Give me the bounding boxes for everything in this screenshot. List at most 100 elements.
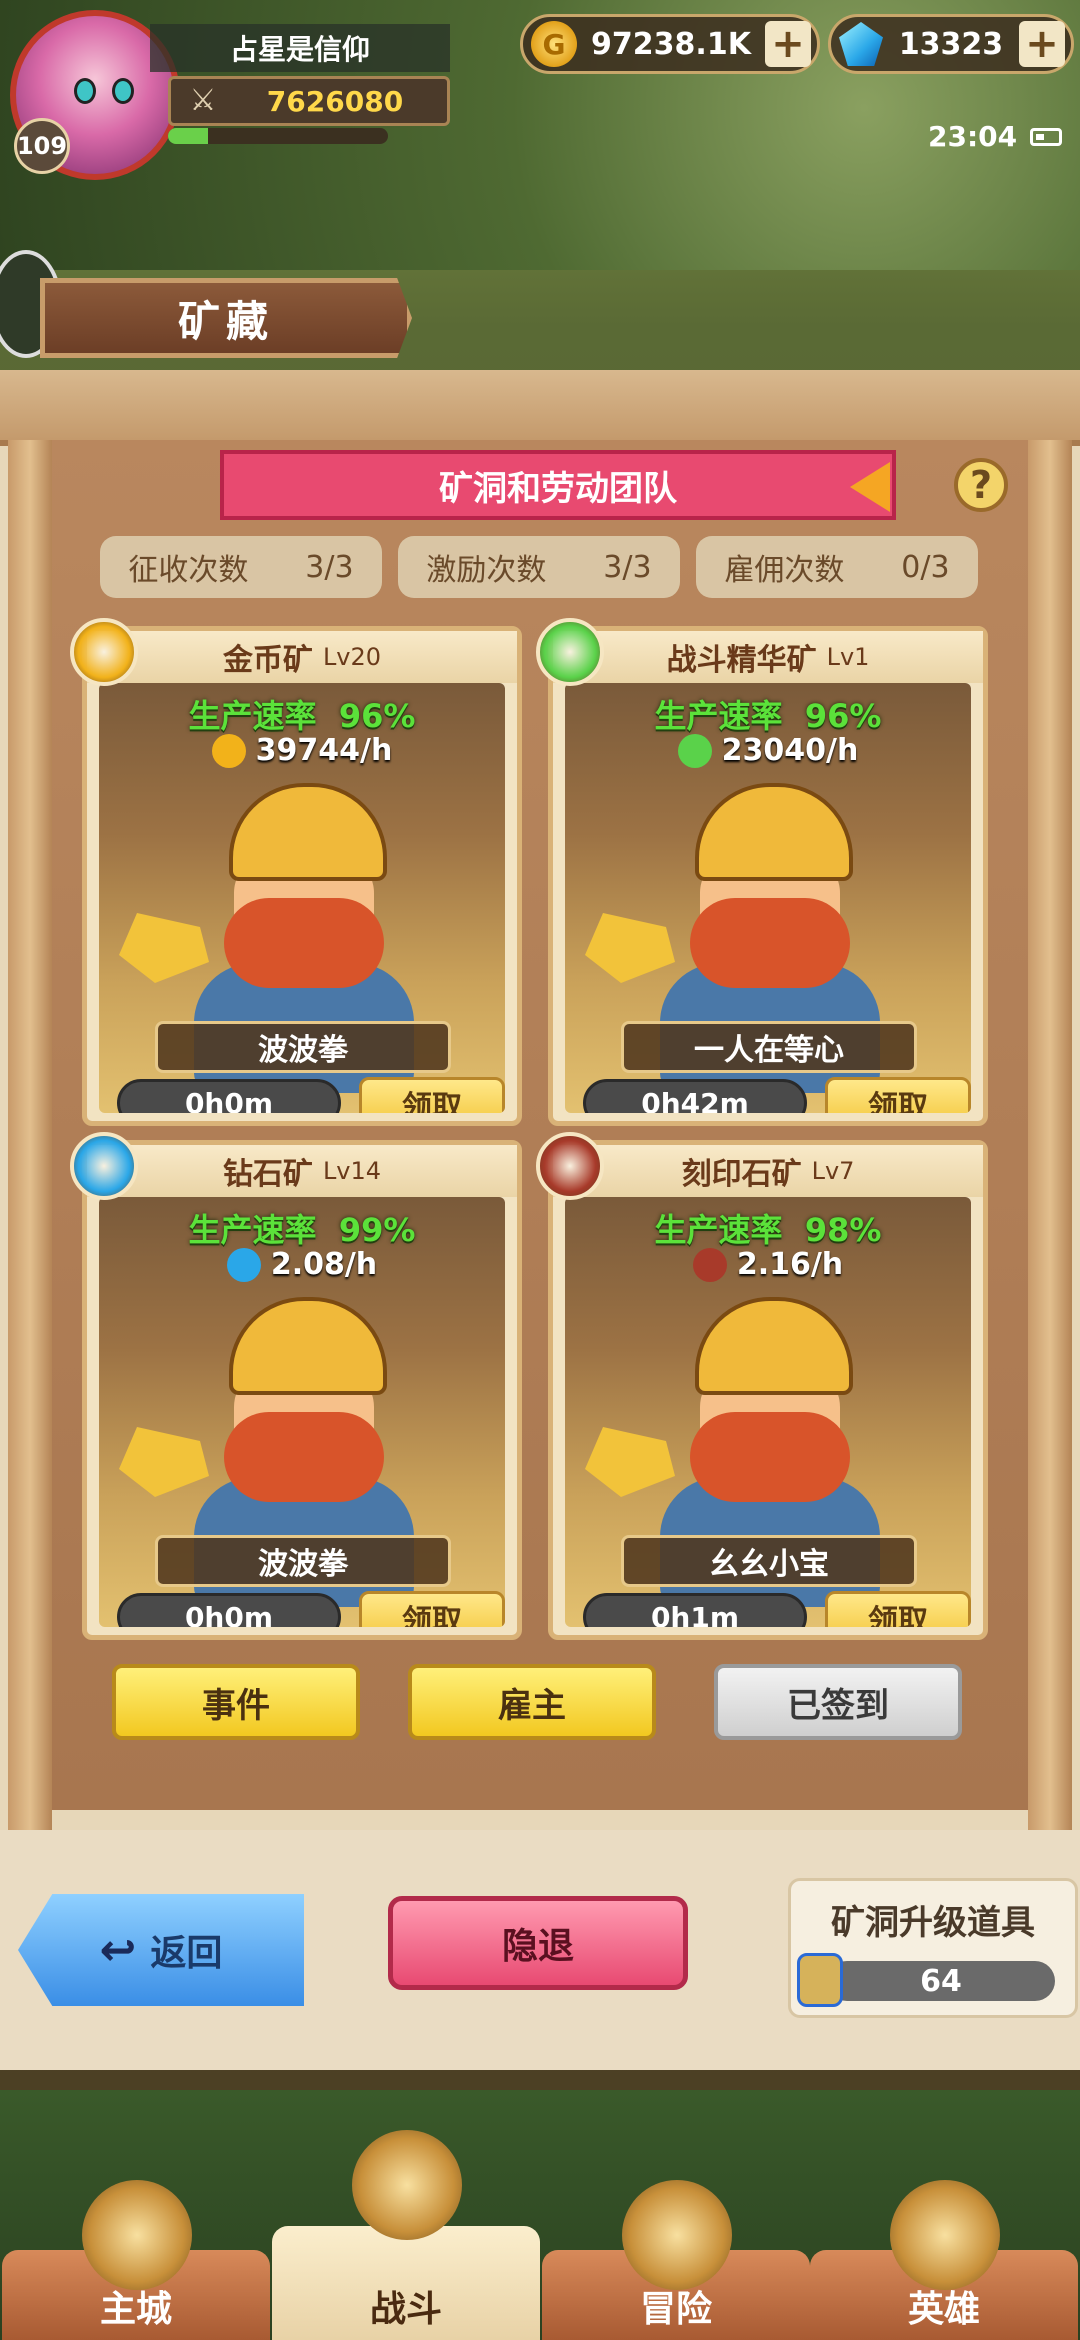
gold-coin-icon: G [531, 21, 577, 67]
claim-button[interactable]: 领取 [359, 1077, 505, 1113]
miner-beard [224, 898, 384, 988]
miner-beard [690, 1412, 850, 1502]
player-name: 占星是信仰 [150, 24, 450, 72]
seal-stone-icon [536, 1132, 604, 1200]
worker-name: 波波拳 [155, 1021, 451, 1073]
mine-card-header: 金币矿 Lv20 [87, 631, 517, 683]
potion-icon [536, 618, 604, 686]
mine-level: Lv14 [322, 1157, 382, 1185]
diamond-icon [839, 22, 883, 66]
upgrade-count: 64 [827, 1961, 1055, 2001]
event-button[interactable]: 事件 [112, 1664, 360, 1740]
mine-level: Lv7 [811, 1157, 855, 1185]
gold-ore-icon [585, 1427, 675, 1497]
mine-level: Lv1 [826, 643, 870, 671]
player-level-badge: 109 [14, 118, 70, 174]
miner-helmet [229, 783, 387, 881]
mine-card[interactable]: 战斗精华矿 Lv1 生产速率 96% 23040/h 一人在等心 0h42m 领… [548, 626, 988, 1126]
section-ribbon-title: 矿洞和劳动团队 [220, 450, 896, 520]
ore-bag-icon [797, 1953, 843, 2007]
avatar-eyes [74, 78, 134, 114]
miner-helmet [229, 1297, 387, 1395]
mine-timer: 0h0m [117, 1079, 341, 1113]
seal-stone-icon [692, 1247, 727, 1282]
retire-button[interactable]: 隐退 [388, 1896, 688, 1990]
mine-name: 钻石矿 [222, 1157, 313, 1192]
worker-name: 幺幺小宝 [621, 1535, 917, 1587]
gem-amount: 13323 [898, 26, 1004, 62]
production-output: 2.16/h [565, 1247, 971, 1282]
mine-timer: 0h1m [583, 1593, 807, 1627]
panel-roof [0, 370, 1080, 446]
gold-amount: 97238.1K [591, 26, 751, 62]
mine-card[interactable]: 钻石矿 Lv14 生产速率 99% 2.08/h 波波拳 0h0m 领取 [82, 1140, 522, 1640]
miner-illustration: 生产速率 96% 39744/h 波波拳 0h0m 领取 [99, 683, 505, 1113]
exp-bar [168, 128, 388, 144]
help-button[interactable]: ? [954, 458, 1008, 512]
miner-illustration: 生产速率 99% 2.08/h 波波拳 0h0m 领取 [99, 1197, 505, 1627]
production-output: 2.08/h [99, 1247, 505, 1282]
miner-beard [224, 1412, 384, 1502]
miner-beard [690, 898, 850, 988]
back-button[interactable]: ↩ 返回 [18, 1894, 304, 2006]
add-gold-button[interactable]: + [765, 21, 811, 67]
clock: 23:04 [928, 120, 1018, 153]
miner-illustration: 生产速率 98% 2.16/h 幺幺小宝 0h1m 领取 [565, 1197, 971, 1627]
gem-resource: 13323 + [828, 14, 1074, 74]
add-gem-button[interactable]: + [1019, 21, 1065, 67]
production-output: 39744/h [99, 733, 505, 768]
combat-power-plate: ⚔ 7626080 [168, 76, 450, 126]
employer-button[interactable]: 雇主 [408, 1664, 656, 1740]
gold-ore-icon [585, 913, 675, 983]
mine-level: Lv20 [322, 643, 382, 671]
production-rate: 生产速率 98% [654, 1211, 882, 1249]
castle-icon [82, 2180, 192, 2290]
production-output: 23040/h [565, 733, 971, 768]
gold-ore-icon [119, 1427, 209, 1497]
potion-icon [677, 733, 712, 768]
right-pillar [1028, 440, 1072, 1830]
combat-power-value: 7626080 [266, 84, 404, 118]
claim-button[interactable]: 领取 [359, 1591, 505, 1627]
mine-card[interactable]: 金币矿 Lv20 生产速率 96% 39744/h 波波拳 0h0m 领取 [82, 626, 522, 1126]
hire-count: 雇佣次数 0/3 [696, 536, 978, 598]
gold-coin-icon [211, 733, 246, 768]
back-label: 返回 [150, 1933, 223, 1974]
worker-name: 一人在等心 [621, 1021, 917, 1073]
claim-button[interactable]: 领取 [825, 1591, 971, 1627]
battery-icon [1030, 128, 1062, 146]
miner-illustration: 生产速率 96% 23040/h 一人在等心 0h42m 领取 [565, 683, 971, 1113]
crossed-swords-icon [352, 2130, 462, 2240]
left-pillar [8, 440, 52, 1830]
mine-card[interactable]: 刻印石矿 Lv7 生产速率 98% 2.16/h 幺幺小宝 0h1m 领取 [548, 1140, 988, 1640]
gold-ore-icon [119, 913, 209, 983]
miner-helmet [695, 783, 853, 881]
production-rate: 生产速率 96% [188, 697, 416, 735]
upgrade-title: 矿洞升级道具 [831, 1903, 1035, 1943]
scroll-map-icon [622, 2180, 732, 2290]
collect-count: 征收次数 3/3 [100, 536, 382, 598]
diamond-icon [226, 1247, 261, 1282]
diamond-icon [70, 1132, 138, 1200]
inspire-count: 激励次数 3/3 [398, 536, 680, 598]
mine-name: 金币矿 [222, 643, 313, 678]
claim-button[interactable]: 领取 [825, 1077, 971, 1113]
crossed-swords-icon: ⚔ [189, 83, 217, 118]
nav-tab[interactable]: 战斗 [272, 2226, 540, 2340]
mine-card-header: 钻石矿 Lv14 [87, 1145, 517, 1197]
worker-name: 波波拳 [155, 1535, 451, 1587]
mine-name: 战斗精华矿 [666, 643, 817, 678]
gold-resource: G 97238.1K + [520, 14, 820, 74]
miner-helmet [695, 1297, 853, 1395]
nav-tab-label: 战斗 [369, 2289, 442, 2330]
production-rate: 生产速率 99% [188, 1211, 416, 1249]
signed-in-button[interactable]: 已签到 [714, 1664, 962, 1740]
mine-upgrade-item[interactable]: 矿洞升级道具 64 [788, 1878, 1078, 2018]
mine-card-header: 刻印石矿 Lv7 [553, 1145, 983, 1197]
page-title: 矿藏 [40, 278, 412, 358]
exp-bar-fill [168, 128, 208, 144]
mine-timer: 0h0m [117, 1593, 341, 1627]
gold-coin-icon [70, 618, 138, 686]
mine-name: 刻印石矿 [681, 1157, 802, 1192]
hero-crest-icon [890, 2180, 1000, 2290]
